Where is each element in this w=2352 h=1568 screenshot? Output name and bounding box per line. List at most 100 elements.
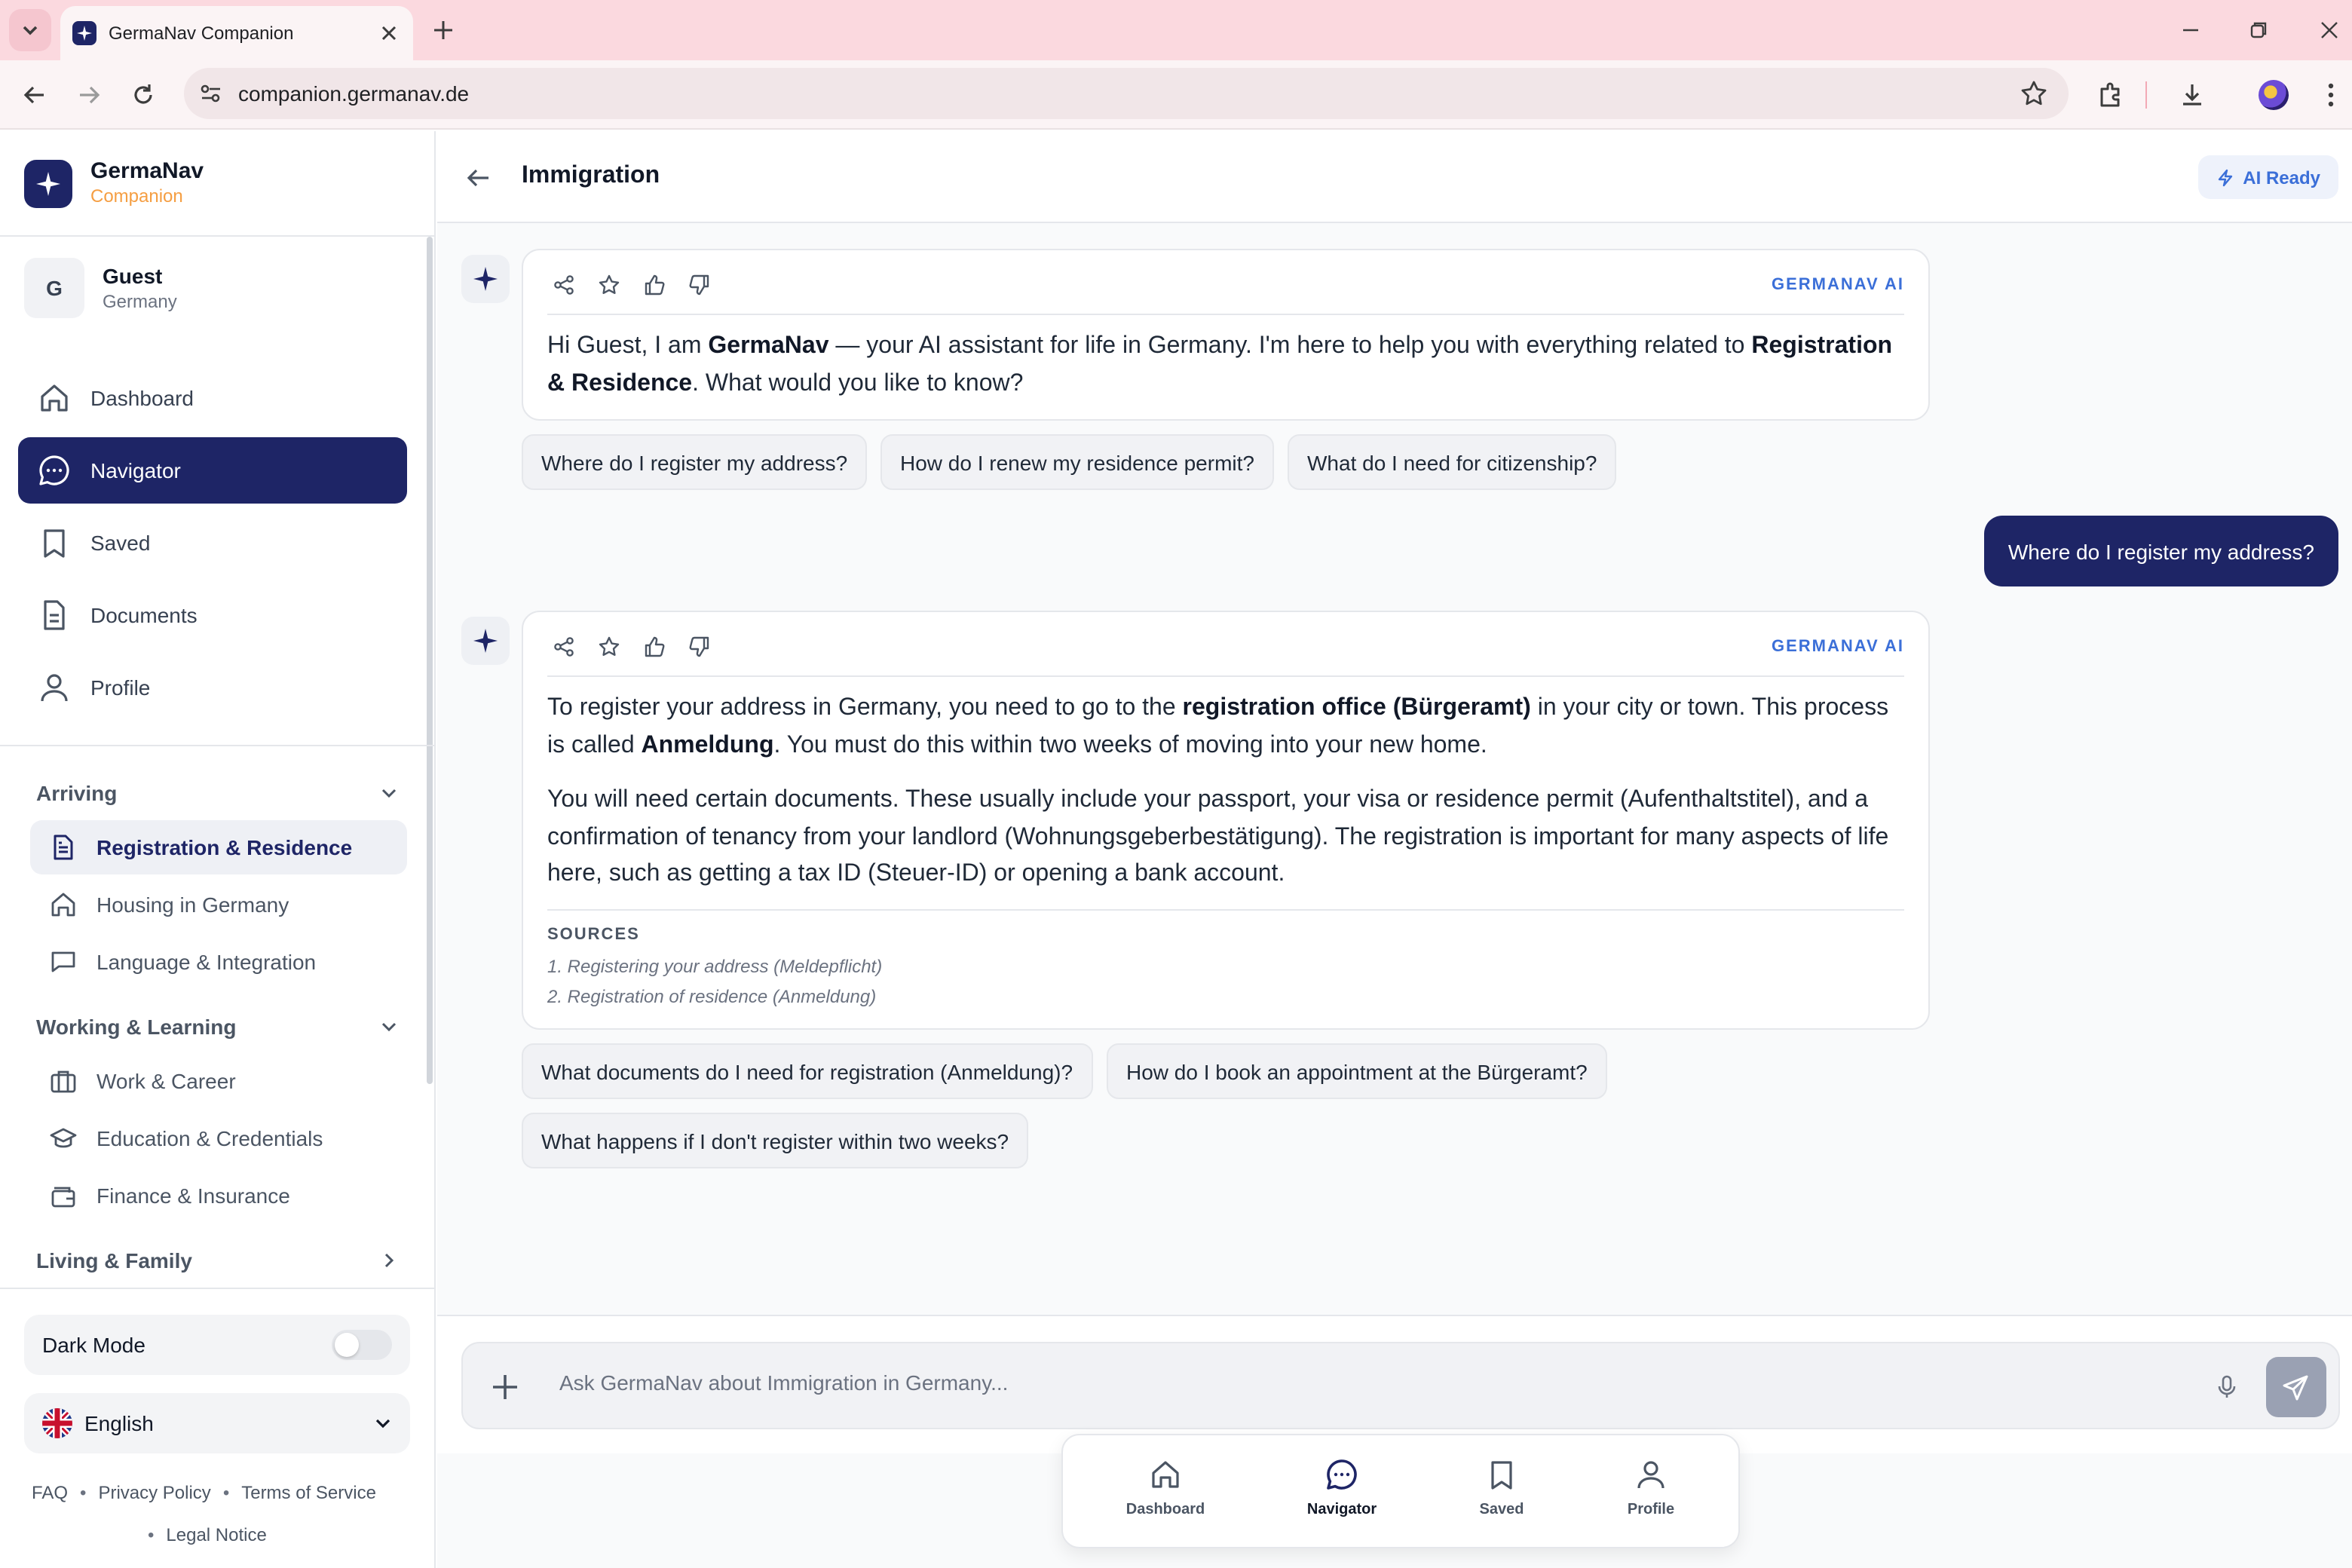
dark-mode-toggle[interactable] [332,1330,392,1360]
close-tab-icon[interactable] [377,21,401,45]
user-icon [36,669,72,706]
sub-item-label: Finance & Insurance [96,1184,290,1208]
sub-item-registration[interactable]: Registration & Residence [30,820,407,874]
sidebar-scrollbar[interactable] [427,237,433,1084]
user-card[interactable]: G Guest Germany [24,258,177,318]
suggestion-chip[interactable]: Where do I register my address? [522,434,868,490]
separator-dot: • [148,1524,155,1545]
home-icon [1147,1456,1184,1493]
bottom-nav-label: Navigator [1306,1502,1377,1518]
share-icon[interactable] [547,633,580,660]
bookmark-star-icon[interactable] [2020,80,2047,107]
suggestion-chip[interactable]: How do I renew my residence permit? [880,434,1274,490]
browser-toolbar: companion.germanav.de [0,60,2352,130]
star-icon[interactable] [593,271,626,299]
send-button[interactable] [2266,1357,2326,1417]
message-text: Hi Guest, I am GermaNav — your AI assist… [547,333,1893,396]
sparkle-icon [473,629,498,653]
section-label: Living & Family [36,1248,192,1272]
minimize-icon[interactable] [2176,15,2206,45]
bottom-nav-dashboard[interactable]: Dashboard [1105,1456,1226,1518]
faq-link[interactable]: FAQ [32,1482,68,1503]
brand[interactable]: GermaNav Companion [24,158,204,208]
user-name: Guest [103,264,163,288]
document-icon [48,832,78,862]
section-label: Arriving [36,781,118,805]
star-icon[interactable] [593,633,626,660]
bookmark-icon [1484,1456,1520,1493]
suggestion-chip[interactable]: How do I book an appointment at the Bürg… [1107,1043,1607,1099]
nav-item-documents[interactable]: Documents [18,582,407,648]
profile-avatar-icon[interactable] [2259,80,2289,110]
tab-search-icon[interactable] [9,9,51,51]
url-text: companion.germanav.de [238,81,470,106]
chevron-right-icon [384,1253,394,1268]
assistant-avatar [461,255,510,303]
new-tab-icon[interactable] [428,15,458,45]
divider [547,675,1904,677]
message-text: To register your address in Germany, you… [547,695,1889,887]
download-icon[interactable] [2176,78,2209,112]
assistant-message: GERMANAV AI Hi Guest, I am GermaNav — yo… [522,249,1930,421]
assistant-tag: GERMANAV AI [1772,276,1904,294]
extensions-icon[interactable] [2094,78,2127,112]
privacy-link[interactable]: Privacy Policy [98,1482,210,1503]
terms-link[interactable]: Terms of Service [241,1482,376,1503]
sub-item-finance[interactable]: Finance & Insurance [30,1168,407,1223]
legal-link[interactable]: Legal Notice [166,1524,266,1545]
bottom-nav-saved[interactable]: Saved [1441,1456,1562,1518]
restore-icon[interactable] [2243,15,2274,45]
more-menu-icon[interactable] [2314,78,2347,112]
close-window-icon[interactable] [2314,15,2344,45]
thumbs-down-icon[interactable] [683,271,716,299]
site-info-icon[interactable] [199,81,223,106]
section-working[interactable]: Working & Learning [36,1010,398,1043]
chevron-down-icon [381,1022,397,1032]
nav-label: Profile [90,675,151,700]
sub-item-language[interactable]: Language & Integration [30,935,407,989]
forward-arrow-icon[interactable] [72,78,106,112]
sub-item-housing[interactable]: Housing in Germany [30,877,407,932]
nav-item-dashboard[interactable]: Dashboard [18,365,407,431]
section-living[interactable]: Living & Family [36,1244,398,1277]
nav-item-profile[interactable]: Profile [18,654,407,721]
address-bar[interactable]: companion.germanav.de [184,68,2069,119]
chat-icon [36,452,72,488]
back-arrow-icon[interactable] [461,161,495,194]
source-link[interactable]: 2. Registration of residence (Anmeldung) [547,986,876,1007]
bottom-nav-profile[interactable]: Profile [1591,1456,1711,1518]
thumbs-up-icon[interactable] [638,633,671,660]
chat-input[interactable]: Ask GermaNav about Immigration in German… [559,1370,1008,1395]
graduation-cap-icon [48,1123,78,1153]
browser-tab-bar: GermaNav Companion [0,0,2352,60]
plus-icon[interactable] [487,1369,523,1405]
sub-item-education[interactable]: Education & Credentials [30,1111,407,1165]
nav-item-navigator[interactable]: Navigator [18,437,407,504]
suggestion-chip[interactable]: What documents do I need for registratio… [522,1043,1093,1099]
suggestion-chip[interactable]: What happens if I don't register within … [522,1113,1029,1168]
browser-tab[interactable]: GermaNav Companion [60,6,413,60]
chat-input-box: Ask GermaNav about Immigration in German… [461,1342,2340,1429]
thumbs-down-icon[interactable] [683,633,716,660]
back-arrow-icon[interactable] [18,78,51,112]
chevron-down-icon [381,789,397,798]
uk-flag-icon [42,1408,72,1438]
share-icon[interactable] [547,271,580,299]
avatar: G [24,258,84,318]
bottom-nav-navigator[interactable]: Navigator [1282,1456,1402,1518]
thumbs-up-icon[interactable] [638,271,671,299]
nav-item-saved[interactable]: Saved [18,510,407,576]
home-icon [48,890,78,920]
page-title: Immigration [522,163,660,188]
divider [547,314,1904,315]
language-select[interactable]: English [24,1393,410,1453]
suggestion-chip[interactable]: What do I need for citizenship? [1288,434,1617,490]
assistant-avatar [461,617,510,665]
reload-icon[interactable] [127,78,160,112]
wallet-icon [48,1181,78,1211]
status-text: AI Ready [2243,167,2320,188]
sub-item-work[interactable]: Work & Career [30,1054,407,1108]
microphone-icon[interactable] [2212,1372,2242,1402]
source-link[interactable]: 1. Registering your address (Meldepflich… [547,956,882,977]
section-arriving[interactable]: Arriving [36,776,398,810]
